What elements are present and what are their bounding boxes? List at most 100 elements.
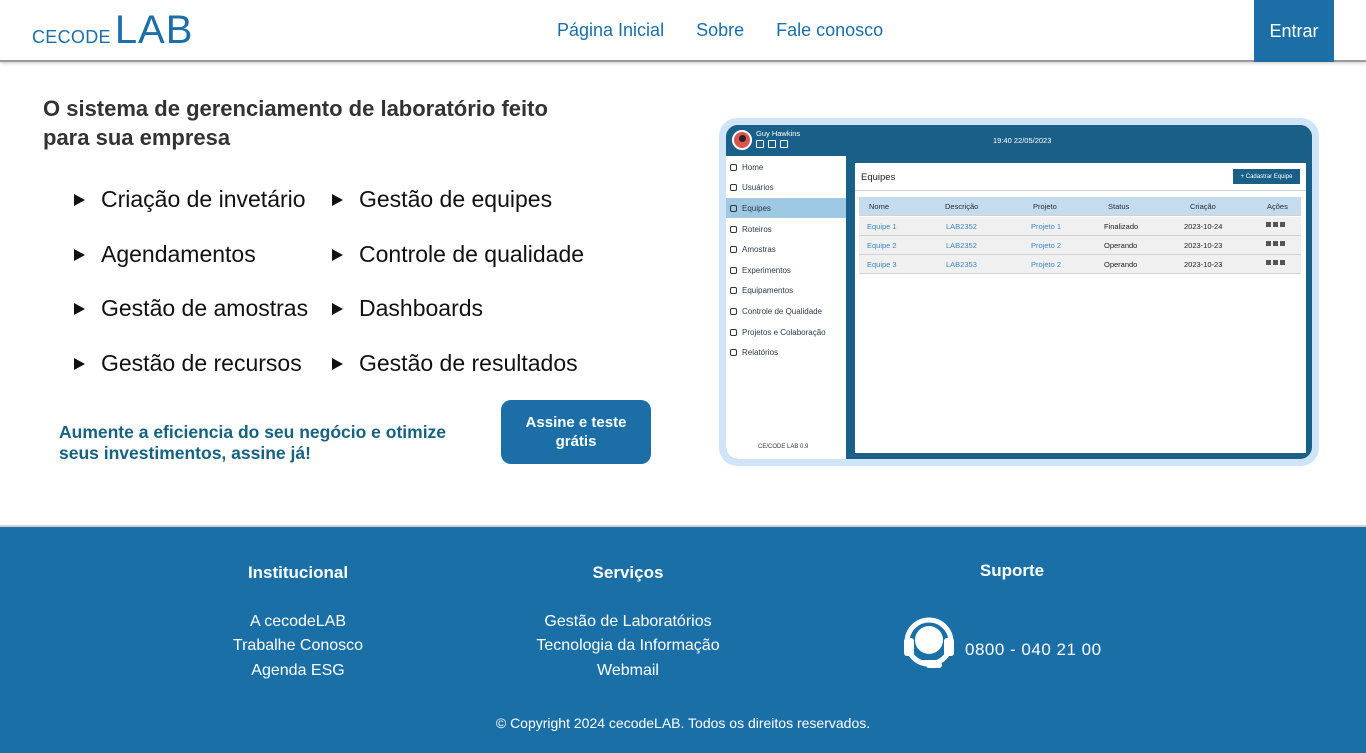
- logout-icon: [780, 140, 788, 148]
- table-cell: Projeto 2: [1031, 260, 1062, 269]
- bullet-arrow-icon: [74, 302, 85, 315]
- table-cell: Operando: [1104, 241, 1138, 250]
- footer-link[interactable]: Webmail: [508, 662, 748, 680]
- table-cell: Equipe 1: [867, 222, 897, 231]
- main-nav: Página Inicial Sobre Fale conosco: [557, 20, 915, 41]
- feature-label: Gestão de equipes: [359, 186, 553, 212]
- table-row: Equipe 2 LAB2352 Projeto 2 Operando 2023…: [859, 236, 1301, 255]
- pen-icon: [730, 245, 737, 253]
- sidebar-item-teams: Equipes: [726, 198, 846, 218]
- footer-link[interactable]: Trabalhe Conosco: [198, 637, 398, 655]
- row-actions: [1266, 260, 1285, 265]
- feature-label: Controle de qualidade: [359, 241, 585, 267]
- app-preview-username: Guy Hawkins: [756, 129, 801, 138]
- app-preview-page-title: Equipes: [861, 172, 896, 183]
- app-preview-user-icons: [756, 140, 788, 148]
- brand-logo[interactable]: CECODE LAB: [32, 8, 193, 54]
- table-cell: 2023-10-23: [1184, 260, 1223, 269]
- copyright-text: © Copyright 2024 cecodeLAB. Todos os dir…: [495, 715, 871, 731]
- feature-item: Gestão de equipes: [332, 186, 552, 213]
- bullet-arrow-icon: [74, 193, 85, 206]
- feature-label: Criação de invetário: [101, 186, 306, 212]
- feature-label: Gestão de amostras: [101, 295, 309, 321]
- sidebar-item-label: Projetos e Colaboração: [742, 327, 826, 337]
- app-preview: Guy Hawkins 19:40 22/05/2023 Home Usuári…: [719, 118, 1319, 466]
- footer-heading-servicos: Serviços: [592, 563, 664, 582]
- sidebar-item-label: Roteiros: [742, 224, 772, 234]
- sidebar-item-quality: Controle de Qualidade: [726, 301, 846, 321]
- sidebar-item-label: Amostras: [742, 244, 776, 254]
- table-row: Equipe 3 LAB2353 Projeto 2 Operando 2023…: [859, 255, 1301, 274]
- sidebar-item-scripts: Roteiros: [726, 219, 846, 239]
- view-icon: [1280, 260, 1285, 265]
- app-preview-window: Guy Hawkins 19:40 22/05/2023 Home Usuári…: [726, 125, 1312, 459]
- app-preview-main: Equipes + Cadastrar Equipe Nome Descriçã…: [855, 163, 1306, 453]
- bullet-arrow-icon: [332, 357, 343, 370]
- table-cell: Operando: [1104, 260, 1138, 269]
- feature-item: Criação de invetário: [74, 186, 306, 213]
- footer-link[interactable]: Tecnologia da Informação: [508, 637, 748, 655]
- nav-link-about[interactable]: Sobre: [696, 20, 744, 41]
- edit-icon: [756, 140, 764, 148]
- add-team-button: + Cadastrar Equipe: [1233, 169, 1300, 184]
- edit-icon: [1273, 241, 1278, 246]
- column-header: Projeto: [1033, 202, 1057, 211]
- award-icon: [730, 307, 737, 315]
- logo-text-small: CECODE: [32, 27, 111, 47]
- delete-icon: [1266, 260, 1271, 265]
- feature-item: Controle de qualidade: [332, 241, 584, 268]
- table-cell: 2023-10-24: [1184, 222, 1223, 231]
- cta-text: Aumente a eficiencia do seu negócio e ot…: [59, 422, 447, 463]
- feature-label: Dashboards: [359, 295, 484, 321]
- sidebar-item-label: Usuários: [742, 182, 774, 192]
- subscribe-button[interactable]: Assine e teste grátis: [501, 400, 651, 464]
- footer-heading-suporte: Suporte: [979, 561, 1045, 580]
- bullet-arrow-icon: [74, 357, 85, 370]
- edit-icon: [1273, 260, 1278, 265]
- table-cell: Equipe 2: [867, 241, 897, 250]
- footer-link[interactable]: A cecodeLAB: [198, 613, 398, 631]
- nav-link-contact[interactable]: Fale conosco: [776, 20, 883, 41]
- footer-link[interactable]: Agenda ESG: [198, 662, 398, 680]
- login-button[interactable]: Entrar: [1254, 0, 1334, 62]
- view-icon: [1280, 241, 1285, 246]
- headset-support-icon: [904, 617, 954, 668]
- edit-icon: [1273, 222, 1278, 227]
- app-version: CE/CODE LAB 0.9: [758, 444, 809, 450]
- feature-item: Gestão de resultados: [332, 350, 578, 377]
- table-cell: Projeto 1: [1031, 222, 1062, 231]
- sidebar-item-label: Experimentos: [742, 265, 791, 275]
- top-navbar: CECODE LAB Página Inicial Sobre Fale con…: [0, 0, 1366, 62]
- footer-heading-institucional: Institucional: [247, 563, 349, 582]
- nav-link-home[interactable]: Página Inicial: [557, 20, 664, 41]
- delete-icon: [1266, 222, 1271, 227]
- app-preview-sidebar: Home Usuários Equipes Roteiros Amostras …: [726, 156, 846, 459]
- feature-label: Gestão de resultados: [359, 350, 578, 376]
- sidebar-item-samples: Amostras: [726, 239, 846, 259]
- app-preview-topbar: Guy Hawkins 19:40 22/05/2023: [726, 125, 1312, 156]
- column-header: Nome: [869, 202, 890, 211]
- app-preview-datetime: 19:40 22/05/2023: [993, 136, 1052, 145]
- sidebar-item-users: Usuários: [726, 177, 846, 197]
- table-cell: LAB2352: [946, 241, 977, 250]
- sidebar-item-label: Home: [742, 162, 764, 172]
- sidebar-item-projects: Projetos e Colaboração: [726, 322, 846, 342]
- feature-label: Agendamentos: [101, 241, 256, 267]
- view-icon: [1280, 222, 1285, 227]
- bullet-arrow-icon: [332, 193, 343, 206]
- table-cell: Projeto 2: [1031, 241, 1062, 250]
- feature-item: Dashboards: [332, 295, 483, 322]
- document-icon: [730, 225, 737, 233]
- atom-icon: [730, 266, 737, 274]
- support-phone[interactable]: 0800 - 040 21 00: [965, 640, 1102, 660]
- user-icon: [730, 183, 737, 191]
- sidebar-item-equipment: Equipamentos: [726, 280, 846, 300]
- table-cell: LAB2353: [946, 260, 977, 269]
- site-footer: Institucional A cecodeLAB Trabalhe Conos…: [0, 525, 1366, 753]
- team-icon: [730, 204, 737, 212]
- sidebar-item-label: Equipamentos: [742, 285, 794, 295]
- footer-link[interactable]: Gestão de Laboratórios: [508, 613, 748, 631]
- sidebar-item-label: Equipes: [742, 203, 771, 213]
- feature-label: Gestão de recursos: [101, 350, 302, 376]
- sidebar-item-reports: Relatórios: [726, 342, 846, 362]
